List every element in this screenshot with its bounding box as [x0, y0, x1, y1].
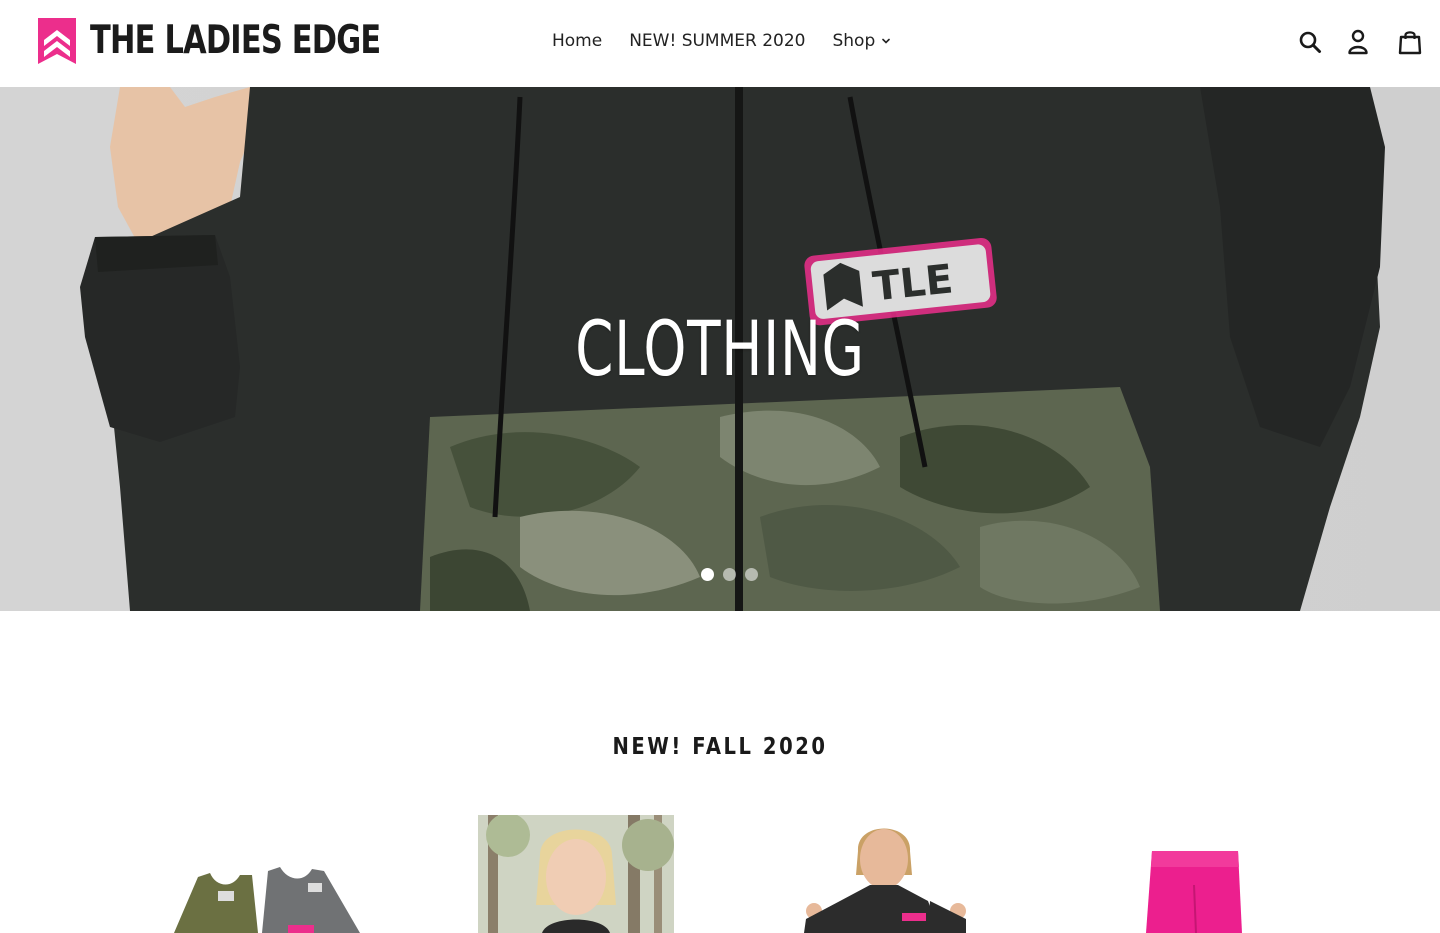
- collection-title: NEW! FALL 2020: [612, 734, 828, 760]
- account-icon: [1348, 29, 1368, 55]
- cart-icon: [1398, 31, 1422, 55]
- main-nav: Home NEW! SUMMER 2020 Shop: [552, 29, 919, 53]
- chevron-down-icon: [882, 38, 891, 44]
- site-header: THE LADIES EDGE Home NEW! SUMMER 2020 Sh…: [0, 0, 1440, 87]
- hero-slideshow[interactable]: TLE CLOTHING: [0, 87, 1440, 611]
- slideshow-dots: [701, 568, 767, 581]
- product-grid: [0, 815, 1440, 933]
- search-button[interactable]: [1294, 26, 1326, 58]
- chevron-logo-icon: [38, 18, 76, 64]
- product-card-1[interactable]: [170, 815, 370, 933]
- slide-dot-3[interactable]: [745, 568, 758, 581]
- hero-title: CLOTHING: [575, 304, 865, 393]
- cart-button[interactable]: [1394, 26, 1426, 58]
- slide-dot-1[interactable]: [701, 568, 714, 581]
- account-button[interactable]: [1342, 26, 1374, 58]
- nav-shop-label: Shop: [832, 31, 876, 51]
- nav-summer-2020-link[interactable]: NEW! SUMMER 2020: [629, 29, 805, 53]
- product-image-woman-jacket: [804, 828, 966, 933]
- brand-name: THE LADIES EDGE: [90, 18, 381, 63]
- header-actions: [1290, 26, 1430, 58]
- slide-dot-2[interactable]: [723, 568, 736, 581]
- product-card-3[interactable]: [800, 815, 970, 933]
- svg-text:TLE: TLE: [871, 256, 955, 310]
- search-icon: [1299, 31, 1321, 53]
- product-image-pink-shorts: [1146, 851, 1242, 933]
- brand-logo[interactable]: THE LADIES EDGE: [38, 18, 462, 64]
- nav-shop-dropdown[interactable]: Shop: [832, 29, 892, 53]
- product-card-4[interactable]: [1140, 815, 1250, 933]
- product-card-2[interactable]: [478, 815, 674, 933]
- product-image-woman-forest: [478, 815, 674, 933]
- nav-home-link[interactable]: Home: [552, 29, 602, 53]
- product-image-tank-tops: [174, 867, 360, 933]
